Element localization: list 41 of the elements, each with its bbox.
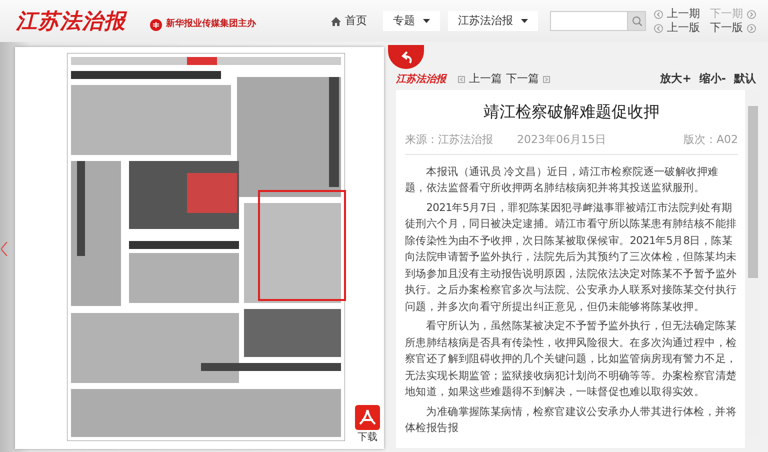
zoom-link[interactable]: 缩小- xyxy=(699,70,726,88)
search-icon xyxy=(632,16,642,26)
article-paragraph: 为准确掌握陈某病情，检察官建议公安承办人带其进行体检，并将体检报告报 xyxy=(405,404,738,436)
home-icon xyxy=(331,16,341,26)
back-button[interactable] xyxy=(388,45,424,69)
article-date: 2023年06月15日 xyxy=(517,132,606,148)
pdf-icon xyxy=(355,405,380,430)
search-field[interactable] xyxy=(550,11,628,31)
issue-link[interactable]: 上一期 xyxy=(654,7,700,21)
article-nav-link[interactable]: 下一篇 xyxy=(506,70,550,88)
issue-link[interactable]: 上一版 xyxy=(654,21,700,35)
article-source: 来源：江苏法治报 xyxy=(405,132,493,148)
issue-link[interactable]: 下一版 xyxy=(710,21,756,35)
zoom-link[interactable]: 默认 xyxy=(734,70,756,88)
scrollbar-thumb[interactable] xyxy=(748,106,758,278)
article-edition: 版次：A02 xyxy=(683,132,738,148)
search-button[interactable] xyxy=(628,11,646,31)
article-title: 靖江检察破解难题促收押 xyxy=(482,101,660,123)
caret-icon xyxy=(521,19,528,23)
dropdown-button[interactable]: 专题 xyxy=(383,11,440,31)
article-paragraph: 看守所认为，虽然陈某被决定不予暂予监外执行，但无法确定陈某所患肺结核病是否具有传染性，收押风险很大。在多次沟通过程中，检察官还了解到阻碍收押的几个关键问题，比如监管病房现有警力不足，无法实现长期监管；监狱接收病犯计划尚不明确等等。办案检察官清楚地知道，如果这些难题得不到解决，一味督促也难以取得实效。 xyxy=(405,319,738,400)
previous-icon xyxy=(654,10,663,18)
newspaper-logo[interactable]: 江苏法治报 xyxy=(16,5,126,37)
article-nav-link[interactable]: 上一篇 xyxy=(458,70,502,88)
emblem-icon xyxy=(150,19,162,31)
article-paragraph: 2021年5月7日，罪犯陈某因犯寻衅滋事罪被靖江市法院判处有期徒刑六个月，同日被决定逮捕。靖江市看守所以陈某患有肺结核不能排除传染性为由不予收押，次日陈某被取保候审。2021年5月8日，陈某向法院申请暂予监外执行，法院先后为其预约了三次体检，但陈某均未到场参加且没有主动报告说明原因，法院依法决定对陈某不予暂予监外执行。之后办案检察官多次与法院、公安承办人联系对接陈某交付执行问题，并多次向看守所提出纠正意见，但仍未能够将陈某收押。 xyxy=(405,200,738,314)
next-icon xyxy=(747,24,756,32)
caret-icon xyxy=(423,19,430,23)
sponsor-text: 新华报业传媒集团主办 xyxy=(166,18,256,32)
dropdown-button[interactable]: 江苏法治报 xyxy=(448,11,538,31)
previous-page-icon[interactable] xyxy=(1,242,8,256)
next-icon xyxy=(747,10,756,18)
previous-icon xyxy=(654,24,663,32)
previous-icon xyxy=(458,76,465,82)
home-link[interactable]: 首页 xyxy=(331,12,367,30)
newspaper-logo: 江苏法治报 xyxy=(396,72,446,86)
next-icon xyxy=(543,76,550,82)
article-paragraph: 本报讯（通讯员 冷文昌）近日，靖江市检察院逐一破解收押难题，依法监督看守所收押两名肺结核病犯并将其投送监狱服刑。 xyxy=(405,164,720,196)
selected-article-frame[interactable] xyxy=(258,190,346,301)
download-link[interactable]: 下载 xyxy=(355,405,380,445)
zoom-link[interactable]: 放大+ xyxy=(660,70,692,88)
